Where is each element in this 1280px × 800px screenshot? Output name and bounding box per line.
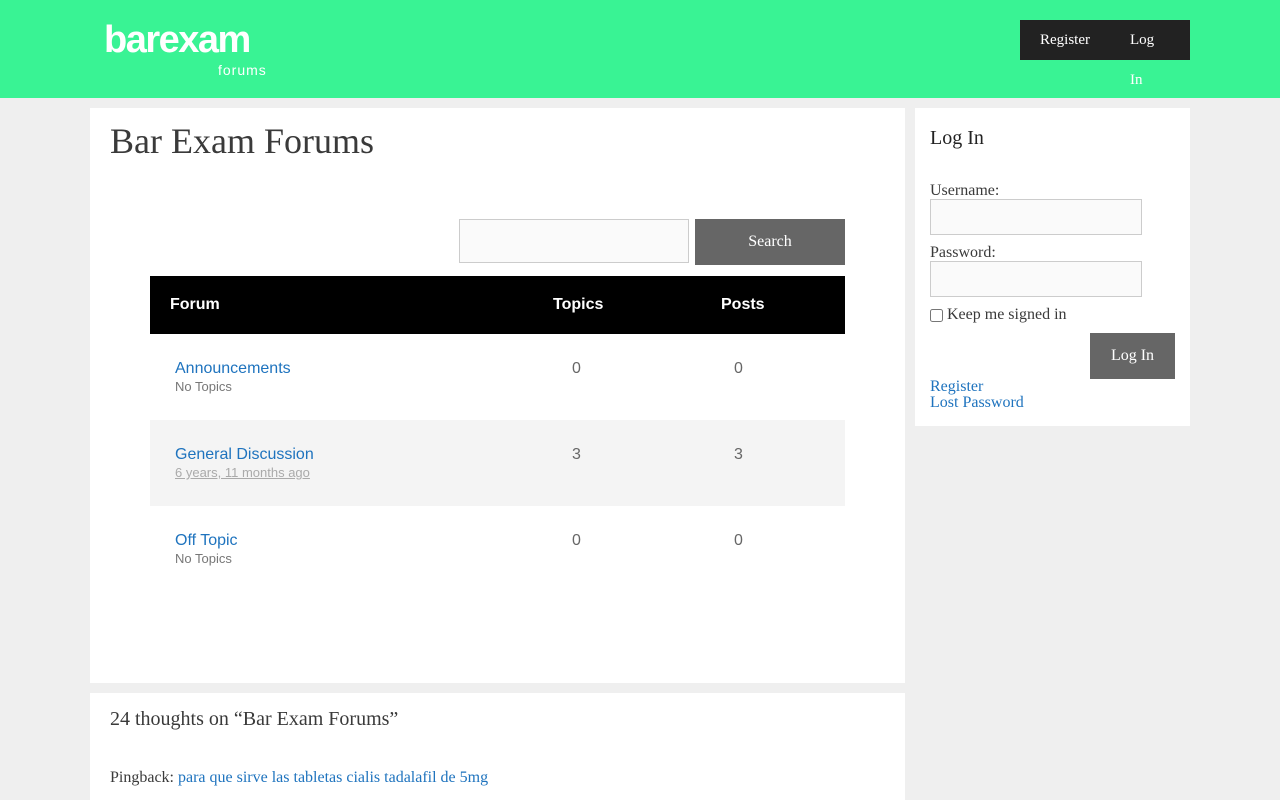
comments-section: 24 thoughts on “Bar Exam Forums” Pingbac…	[90, 693, 905, 800]
forum-freshness: No Topics	[175, 379, 232, 394]
top-nav: Register Log In	[1020, 20, 1190, 88]
page-title: Bar Exam Forums	[110, 121, 374, 161]
forum-post-count: 3	[734, 446, 743, 463]
nav-login-link[interactable]: Log In	[1110, 20, 1190, 88]
login-widget-title: Log In	[930, 127, 984, 149]
pingback-label: Pingback:	[110, 769, 174, 786]
forum-freshness-link[interactable]: 6 years, 11 months ago	[175, 465, 310, 481]
remember-me: Keep me signed in	[930, 305, 1067, 325]
pingback-link[interactable]: para que sirve las tabletas cialis tadal…	[178, 769, 488, 786]
forum-search-input[interactable]	[459, 219, 689, 263]
forum-title-link[interactable]: Announcements	[175, 359, 291, 379]
logo-subtitle: forums	[218, 62, 267, 78]
nav-register-link[interactable]: Register	[1020, 20, 1110, 60]
site-logo[interactable]: barexam forums	[100, 18, 298, 82]
pingback-item: Pingback: para que sirve las tabletas ci…	[110, 768, 488, 788]
comments-title: 24 thoughts on “Bar Exam Forums”	[110, 708, 399, 730]
forum-topic-count: 3	[572, 446, 581, 463]
forum-title-link[interactable]: Off Topic	[175, 531, 238, 551]
forum-table-header: Forum Topics Posts	[150, 276, 845, 334]
password-field[interactable]	[930, 261, 1142, 297]
forum-post-count: 0	[734, 532, 743, 549]
forum-freshness: No Topics	[175, 551, 232, 566]
site-header: barexam forums Register Log In	[0, 0, 1280, 98]
main-content: Bar Exam Forums Search Forum Topics Post…	[90, 108, 905, 683]
forum-post-count: 0	[734, 360, 743, 377]
forum-topic-count: 0	[572, 360, 581, 377]
register-link[interactable]: Register	[930, 379, 983, 395]
header-forum: Forum	[170, 296, 220, 313]
forum-table: Forum Topics Posts Announcements No Topi…	[150, 276, 845, 592]
header-topics: Topics	[553, 296, 604, 313]
forum-row-announcements: Announcements No Topics 0 0	[150, 334, 845, 420]
login-button[interactable]: Log In	[1090, 333, 1175, 379]
forum-topic-count: 0	[572, 532, 581, 549]
forum-row-general-discussion: General Discussion 6 years, 11 months ag…	[150, 420, 845, 506]
logo-wordmark: barexam	[104, 19, 251, 61]
lost-password-link[interactable]: Lost Password	[930, 395, 1024, 411]
username-label: Username:	[930, 182, 1000, 199]
search-button[interactable]: Search	[695, 219, 845, 265]
remember-me-label: Keep me signed in	[947, 306, 1067, 323]
forum-row-off-topic: Off Topic No Topics 0 0	[150, 506, 845, 592]
remember-me-checkbox[interactable]	[930, 308, 943, 322]
username-field[interactable]	[930, 199, 1142, 235]
password-label: Password:	[930, 244, 996, 261]
forum-title-link[interactable]: General Discussion	[175, 445, 314, 465]
header-posts: Posts	[721, 296, 765, 313]
login-widget: Log In Username: Password: Keep me signe…	[915, 108, 1190, 426]
